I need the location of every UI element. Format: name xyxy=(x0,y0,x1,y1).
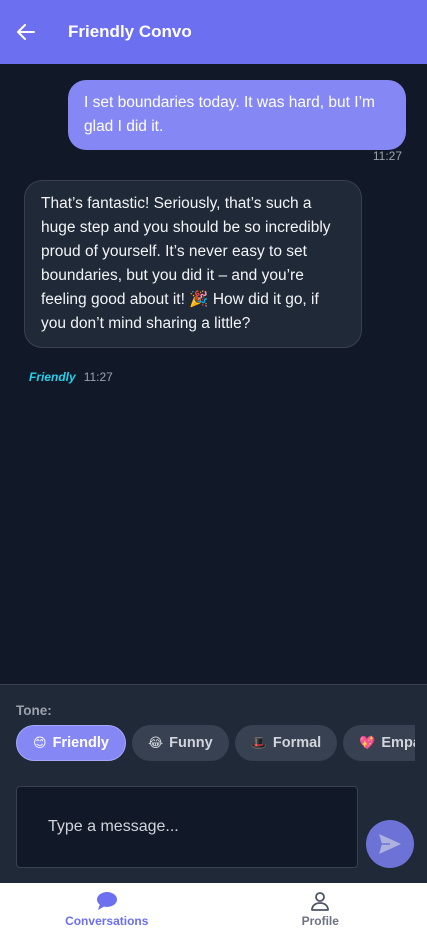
tone-chip-formal[interactable]: 🎩 Formal xyxy=(234,725,338,761)
bottom-nav: Conversations Profile xyxy=(0,883,427,933)
tone-chip-label: Friendly xyxy=(52,735,109,751)
nav-label-conversations: Conversations xyxy=(65,914,149,928)
smile-emoji-icon: 😊 xyxy=(33,735,47,750)
message-tone-tag: Friendly xyxy=(29,370,76,384)
heart-emoji-icon: 💖 xyxy=(359,735,376,750)
chat-bubble-icon xyxy=(96,890,118,912)
message-input[interactable] xyxy=(16,786,358,868)
app-header: Friendly Convo xyxy=(0,0,427,64)
bot-message-bubble: That’s fantastic! Seriously, that’s such… xyxy=(24,180,362,348)
user-icon xyxy=(310,890,330,912)
user-message-time: 11:27 xyxy=(372,149,402,163)
nav-item-profile[interactable]: Profile xyxy=(214,883,427,933)
bot-message-meta: Friendly 11:27 xyxy=(29,370,113,384)
send-icon xyxy=(379,834,401,854)
laugh-emoji-icon: 😂 xyxy=(147,735,164,750)
tone-chip-friendly[interactable]: 😊 Friendly xyxy=(16,725,126,761)
tone-chip-label: Formal xyxy=(272,735,322,751)
bot-message-time: 11:27 xyxy=(83,370,113,384)
message-list[interactable]: I set boundaries today. It was hard, but… xyxy=(0,64,427,684)
arrow-left-icon xyxy=(17,24,35,40)
back-button[interactable] xyxy=(16,22,36,42)
top-hat-emoji-icon: 🎩 xyxy=(250,735,267,750)
tone-chip-label: Empathetic xyxy=(381,735,415,751)
composer: Tone: 😊 Friendly 😂 Funny 🎩 Formal 💖 Empa… xyxy=(0,684,427,883)
nav-item-conversations[interactable]: Conversations xyxy=(0,883,214,933)
tone-chip-funny[interactable]: 😂 Funny xyxy=(131,725,229,761)
user-message-bubble: I set boundaries today. It was hard, but… xyxy=(68,80,406,150)
nav-label-profile: Profile xyxy=(301,914,339,928)
send-button[interactable] xyxy=(366,820,414,868)
tone-selector[interactable]: 😊 Friendly 😂 Funny 🎩 Formal 💖 Empathetic xyxy=(16,725,415,763)
tone-label: Tone: xyxy=(16,703,52,718)
tone-chip-label: Funny xyxy=(169,735,213,751)
tone-chip-empathetic[interactable]: 💖 Empathetic xyxy=(343,725,415,761)
page-title: Friendly Convo xyxy=(68,22,192,41)
